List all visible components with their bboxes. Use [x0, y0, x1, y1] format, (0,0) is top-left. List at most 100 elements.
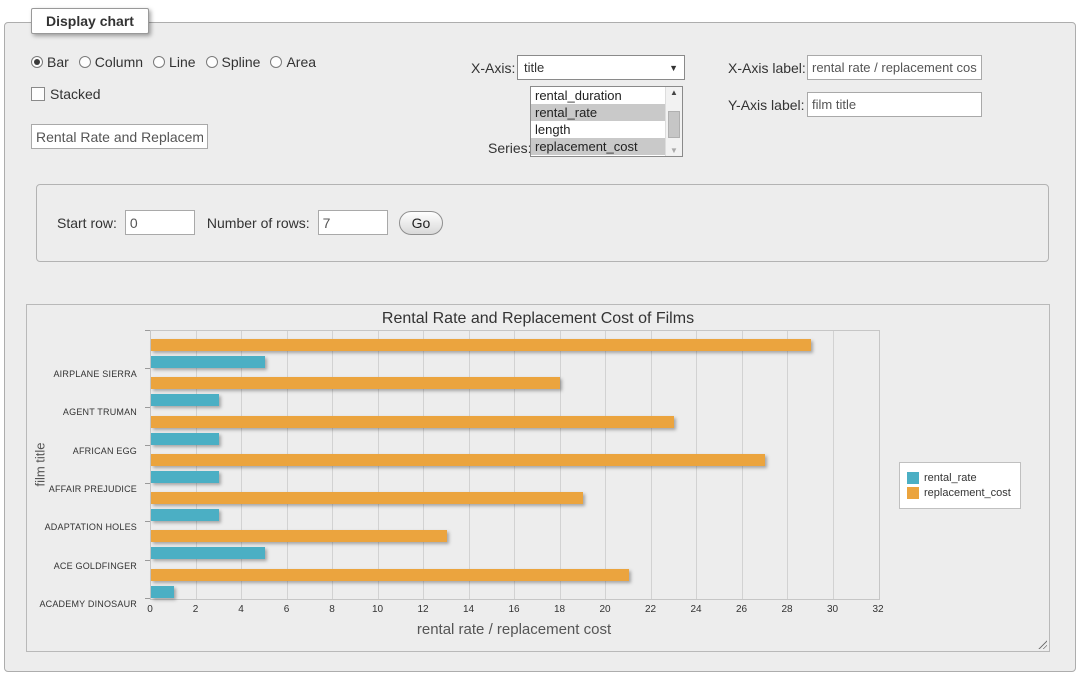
- display-chart-panel: Display chart BarColumnLineSplineArea St…: [4, 22, 1076, 672]
- x-tick-label: 10: [372, 604, 383, 615]
- y-tick-mark: [145, 330, 150, 331]
- x-axis-label-label: X-Axis label:: [728, 60, 806, 76]
- y-tick-mark: [145, 598, 150, 599]
- replacement_cost-bar: [151, 416, 674, 428]
- x-tick-label: 22: [645, 604, 656, 615]
- dropdown-arrow-icon: ▼: [669, 63, 678, 73]
- start-row-input[interactable]: [125, 210, 195, 235]
- y-tick-mark: [145, 483, 150, 484]
- rental_rate-bar: [151, 394, 219, 406]
- replacement_cost-bar: [151, 339, 811, 351]
- radio-icon[interactable]: [31, 56, 43, 68]
- replacement_cost-bar: [151, 530, 447, 542]
- chart-container: Rental Rate and Replacement Cost of Film…: [26, 304, 1050, 652]
- x-tick-label: 24: [690, 604, 701, 615]
- x-tick-label: 18: [554, 604, 565, 615]
- start-row-label: Start row:: [57, 215, 117, 231]
- series-select-label: Series:: [488, 140, 532, 156]
- x-axis-select[interactable]: title ▼: [517, 55, 685, 80]
- series-option-replacement_cost[interactable]: replacement_cost: [531, 138, 666, 155]
- category-label: AGENT TRUMAN: [27, 393, 137, 431]
- plot-area: [150, 330, 880, 600]
- scroll-up-icon[interactable]: ▲: [666, 88, 682, 97]
- x-tick-label: 30: [827, 604, 838, 615]
- radio-icon[interactable]: [270, 56, 282, 68]
- category-label: ACADEMY DINOSAUR: [27, 585, 137, 623]
- y-tick-mark: [145, 445, 150, 446]
- go-button[interactable]: Go: [399, 211, 444, 235]
- legend-label: rental_rate: [924, 472, 977, 484]
- chart-legend: rental_rate replacement_cost: [899, 462, 1021, 509]
- stacked-checkbox-row: Stacked: [31, 86, 101, 102]
- x-tick-label: 4: [238, 604, 244, 615]
- bar-group-adaptation-holes: [151, 484, 879, 522]
- bar-group-academy-dinosaur: [151, 561, 879, 599]
- y-tick-mark: [145, 560, 150, 561]
- bar-group-affair-prejudice: [151, 446, 879, 484]
- legend-item-rental_rate[interactable]: rental_rate: [907, 472, 1011, 484]
- x-tick-label: 32: [872, 604, 883, 615]
- category-axis: AIRPLANE SIERRAAGENT TRUMANAFRICAN EGGAF…: [27, 330, 144, 598]
- series-multiselect[interactable]: rental_durationrental_ratelengthreplacem…: [530, 86, 683, 157]
- rental_rate-bar: [151, 356, 265, 368]
- x-axis-label-input[interactable]: [807, 55, 982, 80]
- y-tick-mark: [145, 368, 150, 369]
- panel-title: Display chart: [31, 8, 149, 34]
- category-label: ADAPTATION HOLES: [27, 508, 137, 546]
- stacked-checkbox[interactable]: [31, 87, 45, 101]
- x-tick-label: 12: [417, 604, 428, 615]
- chart-title-input[interactable]: [31, 124, 208, 149]
- scroll-down-icon[interactable]: ▼: [666, 146, 682, 155]
- x-tick-label: 16: [508, 604, 519, 615]
- chart-type-radio-bar[interactable]: Bar: [31, 54, 69, 70]
- radio-label: Spline: [222, 54, 261, 70]
- series-scrollbar[interactable]: ▲ ▼: [665, 87, 682, 156]
- radio-icon[interactable]: [206, 56, 218, 68]
- rental_rate-bar: [151, 509, 219, 521]
- category-label: ACE GOLDFINGER: [27, 546, 137, 584]
- chart-type-radio-spline[interactable]: Spline: [206, 54, 261, 70]
- bar-group-airplane-sierra: [151, 331, 879, 369]
- num-rows-input[interactable]: [318, 210, 388, 235]
- radio-label: Bar: [47, 54, 69, 70]
- resize-handle-icon[interactable]: [1037, 639, 1047, 649]
- x-axis-select-label: X-Axis:: [471, 60, 515, 76]
- bar-group-ace-goldfinger: [151, 522, 879, 560]
- category-label: AFRICAN EGG: [27, 432, 137, 470]
- bar-group-african-egg: [151, 408, 879, 446]
- y-axis-label-input[interactable]: [807, 92, 982, 117]
- category-label: AIRPLANE SIERRA: [27, 355, 137, 393]
- bar-group-agent-truman: [151, 369, 879, 407]
- x-tick-label: 14: [463, 604, 474, 615]
- x-axis-title: rental rate / replacement cost: [150, 621, 878, 638]
- scrollbar-thumb[interactable]: [668, 111, 680, 138]
- x-axis-ticks: 02468101214161820222426283032: [150, 604, 878, 618]
- rental_rate-bar: [151, 471, 219, 483]
- legend-swatch-icon: [907, 487, 919, 499]
- x-tick-label: 20: [599, 604, 610, 615]
- category-label: AFFAIR PREJUDICE: [27, 470, 137, 508]
- series-option-rental_duration[interactable]: rental_duration: [531, 87, 666, 104]
- radio-label: Area: [286, 54, 316, 70]
- x-tick-label: 8: [329, 604, 335, 615]
- x-tick-label: 6: [284, 604, 290, 615]
- y-tick-mark: [145, 407, 150, 408]
- rental_rate-bar: [151, 586, 174, 598]
- series-option-length[interactable]: length: [531, 121, 666, 138]
- replacement_cost-bar: [151, 454, 765, 466]
- radio-icon[interactable]: [79, 56, 91, 68]
- x-tick-label: 2: [193, 604, 199, 615]
- chart-title: Rental Rate and Replacement Cost of Film…: [27, 310, 1049, 328]
- radio-icon[interactable]: [153, 56, 165, 68]
- rows-form-box: Start row: Number of rows: Go: [36, 184, 1049, 262]
- legend-item-replacement_cost[interactable]: replacement_cost: [907, 487, 1011, 499]
- rental_rate-bar: [151, 547, 265, 559]
- replacement_cost-bar: [151, 492, 583, 504]
- chart-type-radio-column[interactable]: Column: [79, 54, 143, 70]
- chart-type-radio-area[interactable]: Area: [270, 54, 316, 70]
- y-axis-label-label: Y-Axis label:: [728, 97, 805, 113]
- chart-type-radio-line[interactable]: Line: [153, 54, 195, 70]
- num-rows-label: Number of rows:: [207, 215, 310, 231]
- stacked-label: Stacked: [50, 86, 101, 102]
- series-option-rental_rate[interactable]: rental_rate: [531, 104, 666, 121]
